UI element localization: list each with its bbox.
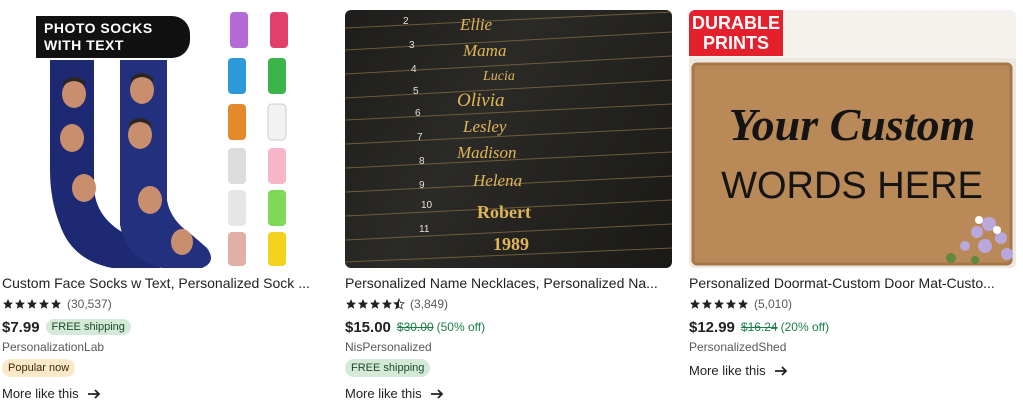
popular-badge: Popular now — [2, 359, 76, 377]
listing-title[interactable]: Personalized Name Necklaces, Personalize… — [345, 274, 667, 292]
listing-title[interactable]: Personalized Doormat-Custom Door Mat-Cus… — [689, 274, 1011, 292]
original-price: $30.00 — [396, 320, 434, 334]
original-price: $16.24 — [740, 320, 778, 334]
price: $15.00 — [345, 318, 391, 336]
rating-count: (5,010) — [754, 297, 793, 311]
price-row: $7.99 FREE shipping — [2, 316, 329, 338]
listing-image-socks[interactable]: PHOTO SOCKS WITH TEXT — [2, 10, 329, 268]
star-icon — [714, 299, 724, 309]
image-caption: PHOTO SOCKS WITH TEXT — [36, 16, 190, 58]
more-like-this-label: More like this — [2, 386, 79, 401]
shop-name[interactable]: NisPersonalized — [345, 340, 672, 354]
arrow-right-icon — [774, 365, 787, 376]
star-icon — [39, 299, 49, 309]
free-shipping-badge: FREE shipping — [345, 359, 431, 377]
star-icon — [690, 299, 700, 309]
rating-count: (30,537) — [67, 297, 112, 311]
half-star-icon — [393, 298, 405, 310]
rating: (3,849) — [345, 296, 672, 312]
listing-card-necklace[interactable]: 2 3 4 5 6 7 8 9 10 11 Ellie Mama Lucia O… — [345, 10, 672, 401]
star-icon — [726, 299, 736, 309]
necklace-name: Lesley — [462, 117, 507, 136]
listing-grid: PHOTO SOCKS WITH TEXT Custom Face Socks … — [0, 0, 1023, 406]
necklace-name: Madison — [456, 143, 517, 162]
star-icon — [370, 299, 380, 309]
star-icon — [358, 299, 368, 309]
number-label: 3 — [409, 40, 415, 51]
star-icon — [15, 299, 25, 309]
star-icon — [51, 299, 61, 309]
star-icon — [382, 299, 392, 309]
shop-name[interactable]: PersonalizedShed — [689, 340, 1016, 354]
more-like-this-link[interactable]: More like this — [2, 386, 329, 401]
number-label: 9 — [419, 180, 425, 191]
star-icon — [27, 299, 37, 309]
necklace-name: Robert — [477, 202, 531, 222]
discount: (50% off) — [436, 320, 486, 334]
more-like-this-label: More like this — [689, 363, 766, 378]
more-like-this-link[interactable]: More like this — [345, 386, 672, 401]
necklace-name: 1989 — [493, 234, 529, 254]
necklace-name: Lucia — [482, 69, 515, 84]
number-label: 8 — [419, 156, 425, 167]
price: $12.99 — [689, 318, 735, 336]
number-label: 6 — [415, 108, 421, 119]
star-icon — [738, 299, 748, 309]
necklace-name: Ellie — [459, 15, 493, 34]
number-label: 7 — [417, 132, 423, 143]
star-icon — [346, 299, 356, 309]
star-icon — [3, 299, 13, 309]
star-rating — [345, 298, 405, 310]
listing-card-socks[interactable]: PHOTO SOCKS WITH TEXT Custom Face Socks … — [2, 10, 329, 401]
price: $7.99 — [2, 318, 40, 336]
doormat-script-text: Your Custom — [729, 99, 976, 150]
durable-prints-badge: DURABLE PRINTS — [689, 10, 783, 56]
discount: (20% off) — [780, 320, 830, 334]
rating: (30,537) — [2, 296, 329, 312]
rating: (5,010) — [689, 296, 1016, 312]
star-rating — [2, 298, 62, 310]
arrow-right-icon — [87, 388, 100, 399]
price-row: $15.00 $30.00 (50% off) — [345, 316, 672, 338]
number-label: 2 — [403, 16, 409, 27]
number-label: 11 — [419, 224, 430, 235]
more-like-this-label: More like this — [345, 386, 422, 401]
more-like-this-link[interactable]: More like this — [689, 363, 1016, 378]
number-label: 5 — [413, 86, 419, 97]
star-rating — [689, 298, 749, 310]
number-label: 10 — [421, 200, 433, 211]
necklace-illustration: 2 3 4 5 6 7 8 9 10 11 Ellie Mama Lucia O… — [345, 11, 672, 263]
doormat-block-text: WORDS HERE — [721, 165, 983, 207]
arrow-right-icon — [430, 388, 443, 399]
free-shipping-badge: FREE shipping — [45, 319, 131, 335]
listing-title[interactable]: Custom Face Socks w Text, Personalized S… — [2, 274, 324, 292]
shop-name[interactable]: PersonalizationLab — [2, 340, 329, 354]
price-row: $12.99 $16.24 (20% off) — [689, 316, 1016, 338]
number-label: 4 — [411, 64, 417, 75]
listing-card-doormat[interactable]: Your Custom WORDS HERE DURABLE PRINTS Pe… — [689, 10, 1016, 378]
listing-image-necklace[interactable]: 2 3 4 5 6 7 8 9 10 11 Ellie Mama Lucia O… — [345, 10, 672, 268]
necklace-name: Mama — [462, 41, 506, 60]
rating-count: (3,849) — [410, 297, 449, 311]
necklace-name: Olivia — [457, 90, 505, 111]
necklace-name: Helena — [472, 171, 522, 190]
star-icon — [702, 299, 712, 309]
listing-image-doormat[interactable]: Your Custom WORDS HERE DURABLE PRINTS — [689, 10, 1016, 268]
